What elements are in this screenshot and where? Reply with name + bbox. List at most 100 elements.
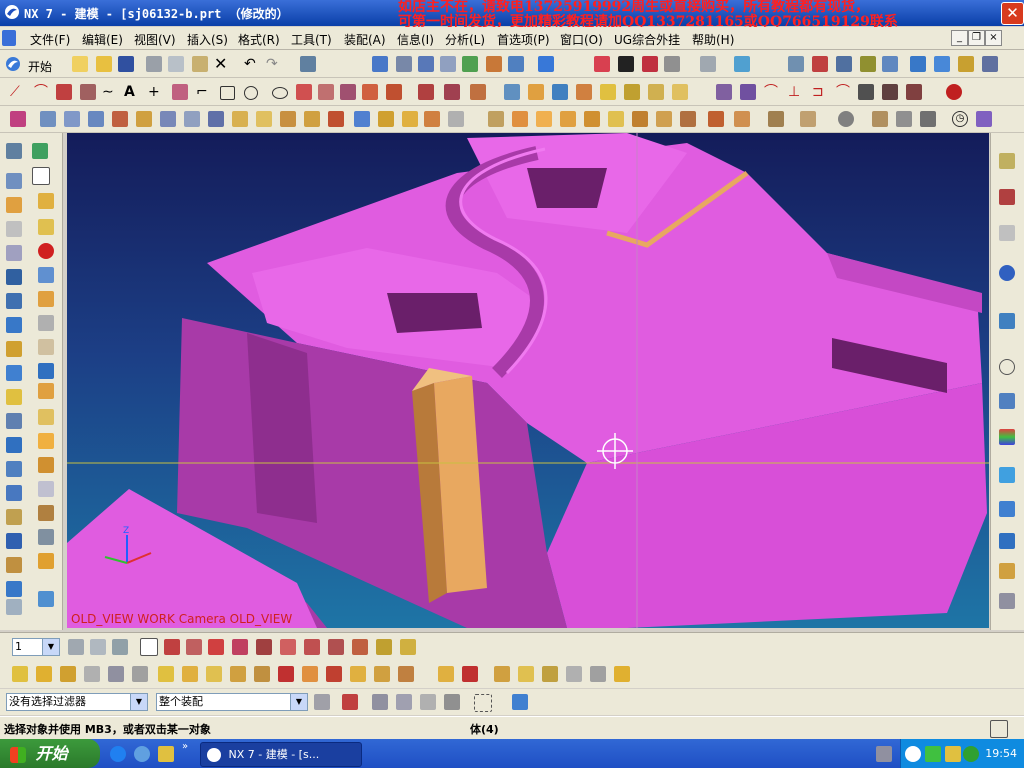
line-icon[interactable]: ⟋ [10,84,26,100]
promote-body-icon[interactable] [680,111,696,127]
materials-icon[interactable] [999,563,1015,579]
manufacturing-wizards-icon[interactable] [6,317,22,333]
snap-toggle-icon[interactable] [342,694,358,710]
trim-curve-icon[interactable] [624,84,640,100]
copy-to-layer-icon[interactable] [112,639,128,655]
part-navigator-icon[interactable] [32,167,50,185]
menu-edit[interactable]: 编辑(E) [82,31,123,48]
snap-feature-icon[interactable] [108,666,124,682]
menu-insert[interactable]: 插入(S) [187,31,228,48]
cylinder-icon[interactable] [896,111,912,127]
undo-icon[interactable]: ↶ [244,56,260,72]
layer-select[interactable]: 1 ▼ [12,638,60,656]
block-feature-icon[interactable] [38,193,54,209]
chevron-down-icon[interactable]: ▼ [42,639,59,655]
thread-icon[interactable] [38,409,54,425]
edit-parameters-icon[interactable] [740,84,756,100]
document-icon[interactable] [2,30,16,46]
parabola-icon[interactable] [296,84,312,100]
assembly-move-icon[interactable] [462,666,478,682]
menu-ug-plugin[interactable]: UG综合外挂 [614,31,680,48]
ie-icon[interactable] [110,746,126,762]
start-icon[interactable] [4,55,28,73]
wave-geometry-icon[interactable] [182,666,198,682]
text-icon[interactable]: A [124,84,140,100]
wcs-display-icon[interactable] [982,56,998,72]
chamfer-icon[interactable] [378,111,394,127]
add-component-icon[interactable] [494,666,510,682]
groove-icon[interactable] [256,111,272,127]
measure-icon[interactable] [812,56,828,72]
wave-pattern-icon[interactable] [398,666,414,682]
offset-face-icon[interactable] [448,111,464,127]
menu-format[interactable]: 格式(R) [238,31,280,48]
reuse-icon[interactable] [999,313,1015,329]
zoom-window-icon[interactable] [418,56,434,72]
palette-icon[interactable] [999,593,1015,609]
block-icon[interactable] [872,111,888,127]
curve-icon[interactable]: ∼ [102,84,118,100]
show-icon[interactable] [642,56,658,72]
sew-icon[interactable] [708,111,724,127]
wrap-geometry-icon[interactable] [632,111,648,127]
process-studio-icon[interactable] [6,293,22,309]
assembly-constraint-icon[interactable] [438,666,454,682]
cut-icon[interactable] [146,56,162,72]
web-browser-icon[interactable] [6,221,22,237]
wave-datum-icon[interactable] [302,666,318,682]
volume-icon[interactable] [945,746,961,762]
measure-angle-icon[interactable] [400,639,416,655]
command-finder-icon[interactable] [300,56,316,72]
ruled-icon[interactable] [6,485,22,501]
spline-icon[interactable] [56,84,72,100]
open-folder-icon[interactable] [96,56,112,72]
intersect-icon[interactable] [328,111,344,127]
pad-feature-icon[interactable] [38,339,54,355]
arc-icon[interactable]: ⌒ [34,84,50,100]
subtract-icon[interactable] [304,111,320,127]
web-icon[interactable] [999,265,1015,281]
taskbar-app-nx[interactable]: NX 7 - 建模 - [s... [200,742,362,767]
control-point-icon[interactable] [232,639,248,655]
arc-length-icon[interactable]: ⌒ [836,84,852,100]
trim-corner-icon[interactable]: ⊥ [788,84,804,100]
point-icon[interactable] [80,84,96,100]
wcs-icon[interactable] [910,56,926,72]
process-icon[interactable] [999,393,1015,409]
offset-face-curve-icon[interactable] [600,84,616,100]
start-menu-button[interactable]: 开始 [28,58,52,75]
perspective-icon[interactable] [508,56,524,72]
reuse-library-icon[interactable] [6,197,22,213]
filter-settings-icon[interactable] [314,694,330,710]
tray-arrow-icon[interactable] [905,746,921,762]
system-palettes-icon[interactable] [999,225,1015,241]
wave-point-icon[interactable] [278,666,294,682]
edit-curve-point-icon[interactable] [882,84,898,100]
scenes-icon[interactable] [999,467,1015,483]
mesh-surface-icon[interactable] [6,509,22,525]
minimize-icon[interactable]: _ [951,30,968,46]
fullscreen-icon[interactable] [990,720,1008,738]
expand-icon[interactable]: » [182,741,188,752]
save-icon[interactable] [118,56,134,72]
rectangle-icon[interactable] [220,86,235,100]
extract-body-icon[interactable] [656,111,672,127]
mirror-assembly-icon[interactable] [542,666,558,682]
keyboard-layout-icon[interactable] [876,746,892,762]
model-canvas[interactable]: Z [67,133,989,628]
copy-icon[interactable] [168,56,184,72]
roles-icon[interactable] [6,341,22,357]
component-select-icon[interactable] [512,694,528,710]
render-style-icon[interactable] [594,56,610,72]
ellipse-icon[interactable] [272,87,288,99]
sphere-feature-icon[interactable] [38,243,54,259]
edit-feature-icon[interactable] [906,84,922,100]
helix-icon[interactable] [340,84,356,100]
snap-face-icon[interactable] [36,666,52,682]
exploded-view-icon[interactable] [614,666,630,682]
menu-assembly[interactable]: 装配(A) [344,31,386,48]
start-button[interactable]: 开始 [0,739,100,768]
split-body-icon[interactable] [512,111,528,127]
tube-icon[interactable] [112,111,128,127]
trimmed-body-icon[interactable] [6,461,22,477]
